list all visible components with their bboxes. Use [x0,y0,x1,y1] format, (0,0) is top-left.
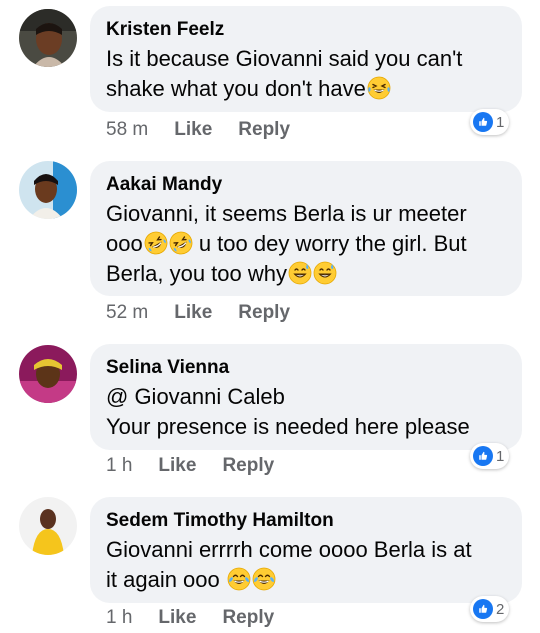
reaction-count-badge[interactable]: 1 [470,109,510,135]
comment-time[interactable]: 1 h [106,455,132,476]
comment-author[interactable]: Sedem Timothy Hamilton [106,509,500,533]
avatar[interactable] [19,345,77,403]
comment-time[interactable]: 52 m [106,302,148,323]
comment-meta: 1 h Like Reply [106,606,274,630]
comment-author[interactable]: Kristen Feelz [106,18,500,42]
comment-meta: 58 m Like Reply [106,118,290,142]
like-button[interactable]: Like [174,302,212,323]
tears-of-joy-emoji-icon [227,567,251,591]
comment-author[interactable]: Selina Vienna [106,356,500,380]
reaction-count-badge[interactable]: 1 [470,443,510,469]
comment-text: Giovanni errrrh come oooo Berla is at it … [106,537,472,592]
reply-button[interactable]: Reply [222,455,274,476]
crying-laughing-emoji-icon [367,76,391,100]
grin-sweat-emoji-icon [313,261,337,285]
like-button[interactable]: Like [158,607,196,628]
reply-button[interactable]: Reply [238,119,290,140]
comment-text: @ Giovanni Caleb Your presence is needed … [106,384,470,439]
comment-bubble: Sedem Timothy Hamilton Giovanni errrrh c… [90,497,522,603]
comment-text: Giovanni, it seems Berla is ur meeter ooo… [106,201,467,286]
like-reaction-icon [473,599,493,619]
rofl-emoji-icon [144,231,168,255]
grin-sweat-emoji-icon [288,261,312,285]
reaction-count-badge[interactable]: 2 [470,596,510,622]
avatar[interactable] [19,497,77,555]
tears-of-joy-emoji-icon [252,567,276,591]
like-reaction-icon [473,112,493,132]
reply-button[interactable]: Reply [222,607,274,628]
reply-button[interactable]: Reply [238,302,290,323]
avatar[interactable] [19,161,77,219]
comment-meta: 52 m Like Reply [106,301,290,325]
comment-time[interactable]: 1 h [106,607,132,628]
like-button[interactable]: Like [174,119,212,140]
comment-bubble: Kristen Feelz Is it because Giovanni sai… [90,6,522,112]
comment-bubble: Aakai Mandy Giovanni, it seems Berla is … [90,161,522,296]
rofl-emoji-icon [169,231,193,255]
comment-bubble: Selina Vienna @ Giovanni Caleb Your prese… [90,344,522,450]
like-reaction-icon [473,446,493,466]
like-button[interactable]: Like [158,455,196,476]
comment-meta: 1 h Like Reply [106,454,274,478]
comment-time[interactable]: 58 m [106,119,148,140]
avatar[interactable] [19,9,77,67]
comment-text: Is it because Giovanni said you can't sha… [106,46,463,101]
comment-author[interactable]: Aakai Mandy [106,173,500,197]
